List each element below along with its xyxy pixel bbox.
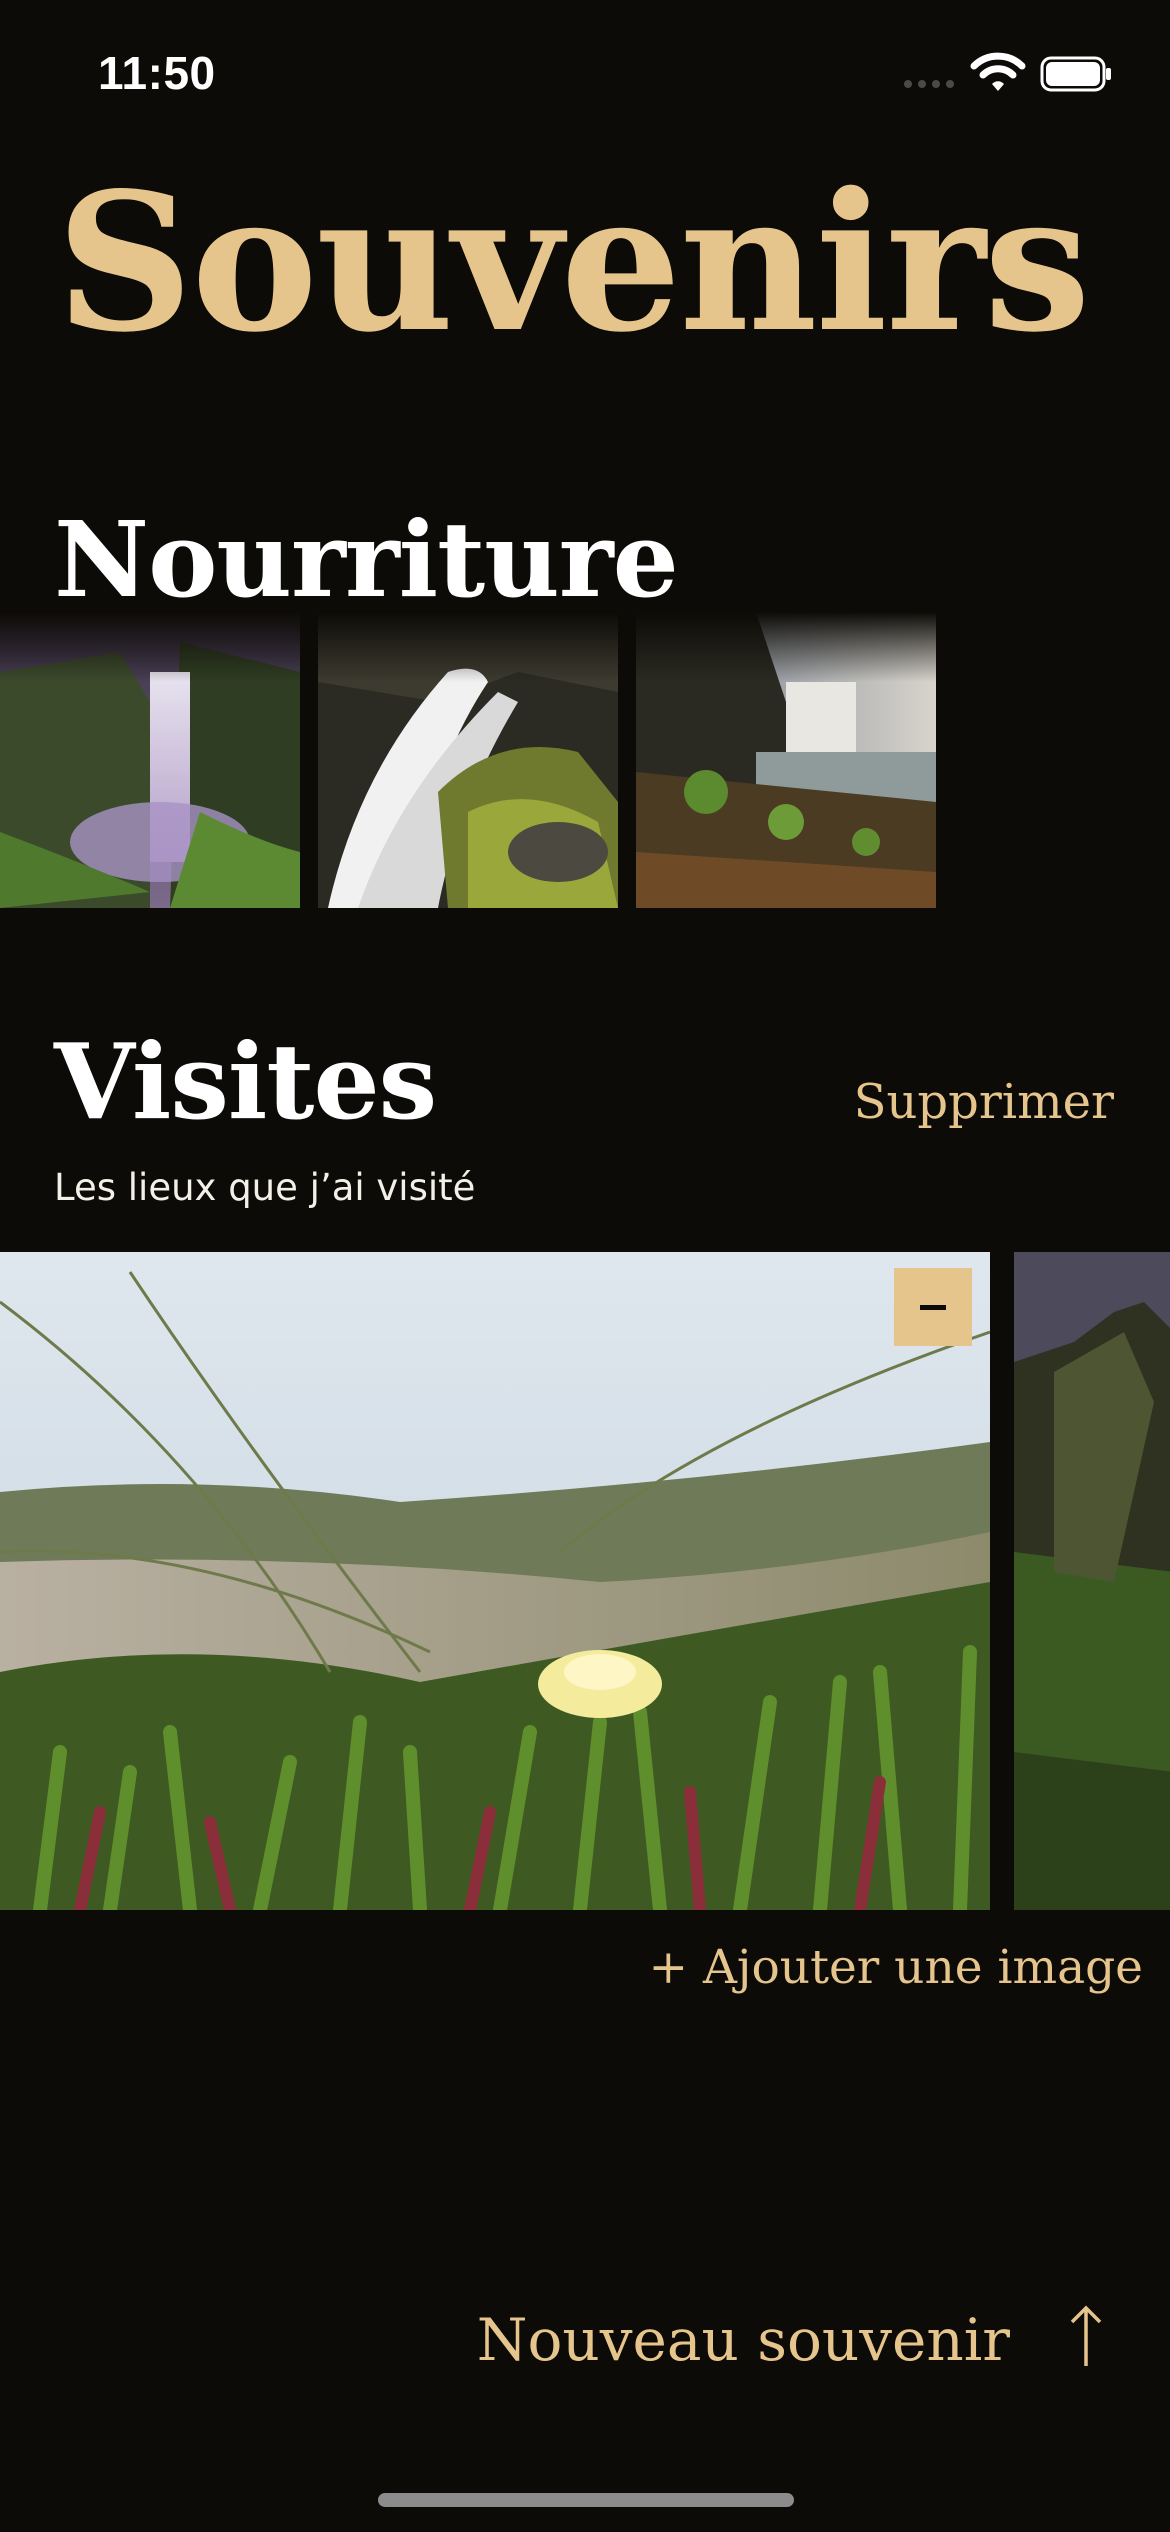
image-carousel-visites[interactable]	[0, 1252, 1170, 1910]
section-title-nourriture: Nourriture	[54, 498, 679, 621]
app-title: Souvenirs	[56, 151, 1091, 374]
cellular-signal-icon	[904, 80, 954, 88]
remove-image-button[interactable]	[894, 1268, 972, 1346]
beach-flower-photo[interactable]	[0, 1252, 990, 1910]
status-time: 11:50	[98, 47, 216, 99]
rock-cliff-photo[interactable]	[1014, 1252, 1170, 1910]
image-carousel-nourriture[interactable]	[0, 612, 1170, 908]
arrow-up-icon[interactable]	[1066, 2304, 1106, 2368]
minus-icon	[920, 1304, 946, 1310]
add-image-button[interactable]: + Ajouter une image	[649, 1940, 1143, 1995]
section-title-visites: Visites	[54, 1020, 437, 1143]
waterfall-closeup-photo[interactable]	[318, 612, 618, 908]
waterfall-coast-photo[interactable]	[636, 612, 936, 908]
section-subtitle-visites: Les lieux que j’ai visité	[54, 1166, 476, 1209]
new-memory-button[interactable]: Nouveau souvenir	[477, 2306, 1010, 2374]
waterfall-photo[interactable]	[0, 612, 300, 908]
delete-section-button[interactable]: Supprimer	[854, 1074, 1114, 1130]
battery-icon	[1040, 56, 1111, 92]
wifi-icon	[970, 52, 1026, 91]
status-bar: 11:50	[0, 0, 1170, 140]
home-indicator[interactable]	[378, 2493, 794, 2507]
